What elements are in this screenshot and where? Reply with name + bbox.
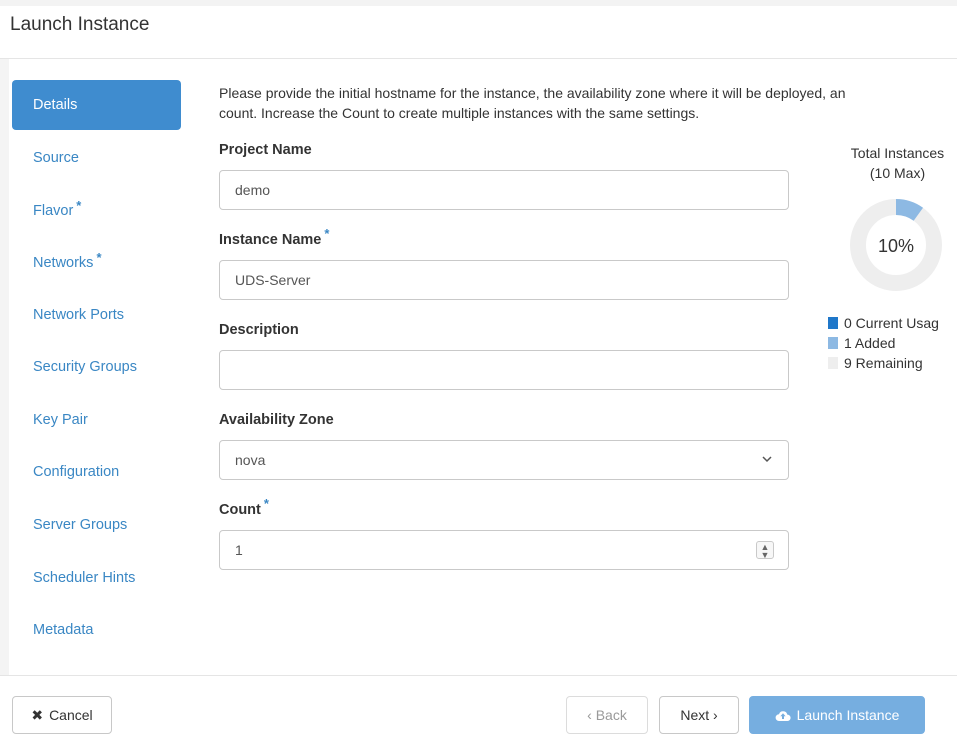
sidebar-item-label: Security Groups [33, 359, 137, 375]
stepper-icon[interactable]: ▲ ▼ [756, 541, 774, 560]
sidebar-item-label: Scheduler Hints [33, 570, 136, 586]
close-icon: ✖ [31, 706, 44, 723]
legend-label-current: 0 Current Usag [844, 315, 939, 331]
launch-instance-button[interactable]: Launch Instance [749, 696, 925, 734]
launch-instance-button-label: Launch Instance [796, 707, 900, 723]
cloud-upload-icon [775, 710, 791, 721]
availability-zone-select[interactable]: nova [219, 440, 789, 480]
cancel-button-label: Cancel [49, 707, 93, 723]
project-name-field[interactable]: demo [219, 170, 789, 210]
next-button-label: Next › [680, 707, 718, 723]
sidebar-item-label: Key Pair [33, 412, 88, 428]
sidebar-item-label: Network Ports [33, 307, 125, 323]
chart-title-line-1: Total Instances [850, 145, 945, 161]
availability-zone-label: Availability Zone [219, 412, 334, 428]
top-edge [0, 0, 957, 6]
intro-line-2: count. Increase the Count to create mult… [219, 105, 700, 121]
usage-donut-chart: 10% [850, 199, 942, 291]
instance-name-value: UDS-Server [235, 272, 311, 288]
sidebar-item-label: Metadata [33, 622, 94, 638]
required-marker: * [263, 496, 269, 511]
legend-swatch-remaining [828, 357, 838, 369]
required-marker: * [96, 249, 102, 265]
description-input[interactable] [219, 350, 789, 390]
sidebar-item-label: Networks [33, 255, 94, 271]
next-button[interactable]: Next › [659, 696, 739, 734]
legend-row-remaining: 9 Remaining [828, 353, 939, 373]
sidebar-item-scheduler-hints[interactable]: Scheduler Hints [12, 553, 181, 603]
donut-center-label: 10% [878, 236, 914, 256]
required-marker: * [324, 226, 330, 241]
count-label-text: Count [219, 502, 261, 518]
legend-label-added: 1 Added [844, 335, 896, 351]
project-name-label: Project Name [219, 142, 312, 158]
header-divider [0, 58, 957, 59]
left-edge [0, 59, 9, 675]
sidebar-item-metadata[interactable]: Metadata [12, 605, 181, 655]
legend-swatch-current [828, 317, 838, 329]
chart-title-line-2: (10 Max) [869, 165, 926, 181]
legend-label-remaining: 9 Remaining [844, 355, 923, 371]
instance-name-input[interactable]: UDS-Server [219, 260, 789, 300]
count-input[interactable]: 1 ▲ ▼ [219, 530, 789, 570]
count-label: Count * [219, 496, 269, 518]
availability-zone-value: nova [235, 452, 266, 468]
sidebar-item-label: Details [33, 97, 78, 113]
sidebar-item-source[interactable]: Source [12, 133, 181, 183]
instance-name-label-text: Instance Name [219, 232, 322, 248]
cancel-button[interactable]: ✖ Cancel [12, 696, 112, 734]
count-value: 1 [235, 542, 243, 558]
sidebar-item-networks[interactable]: Networks * [12, 238, 181, 288]
legend-row-current: 0 Current Usag [828, 313, 939, 333]
chart-legend: 0 Current Usag 1 Added 9 Remaining [828, 313, 939, 373]
sidebar-item-label: Configuration [33, 464, 120, 480]
instance-name-label: Instance Name * [219, 226, 329, 248]
dialog-title: Launch Instance [10, 14, 150, 35]
legend-swatch-added [828, 337, 838, 349]
intro-line-1: Please provide the initial hostname for … [219, 85, 846, 101]
footer-divider [0, 675, 957, 676]
sidebar-item-network-ports[interactable]: Network Ports [12, 290, 181, 340]
chart-title: Total Instances (10 Max) [830, 143, 957, 183]
sidebar-item-server-groups[interactable]: Server Groups [12, 500, 181, 550]
sidebar-item-details[interactable]: Details [12, 80, 181, 130]
required-marker: * [76, 197, 82, 213]
legend-row-added: 1 Added [828, 333, 939, 353]
sidebar-item-flavor[interactable]: Flavor * [12, 186, 181, 236]
back-button[interactable]: ‹ Back [566, 696, 648, 734]
description-label: Description [219, 322, 299, 338]
sidebar-item-security-groups[interactable]: Security Groups [12, 342, 181, 392]
project-name-value: demo [235, 182, 271, 198]
sidebar-item-label: Server Groups [33, 517, 128, 533]
sidebar-item-label: Source [33, 150, 79, 166]
sidebar-item-configuration[interactable]: Configuration [12, 447, 181, 497]
sidebar-item-key-pair[interactable]: Key Pair [12, 395, 181, 445]
sidebar-item-label: Flavor [33, 203, 74, 219]
chevron-down-icon [762, 456, 772, 463]
back-button-label: ‹ Back [587, 707, 627, 723]
donut-added-arc [895, 199, 924, 221]
intro-text: Please provide the initial hostname for … [219, 83, 957, 123]
